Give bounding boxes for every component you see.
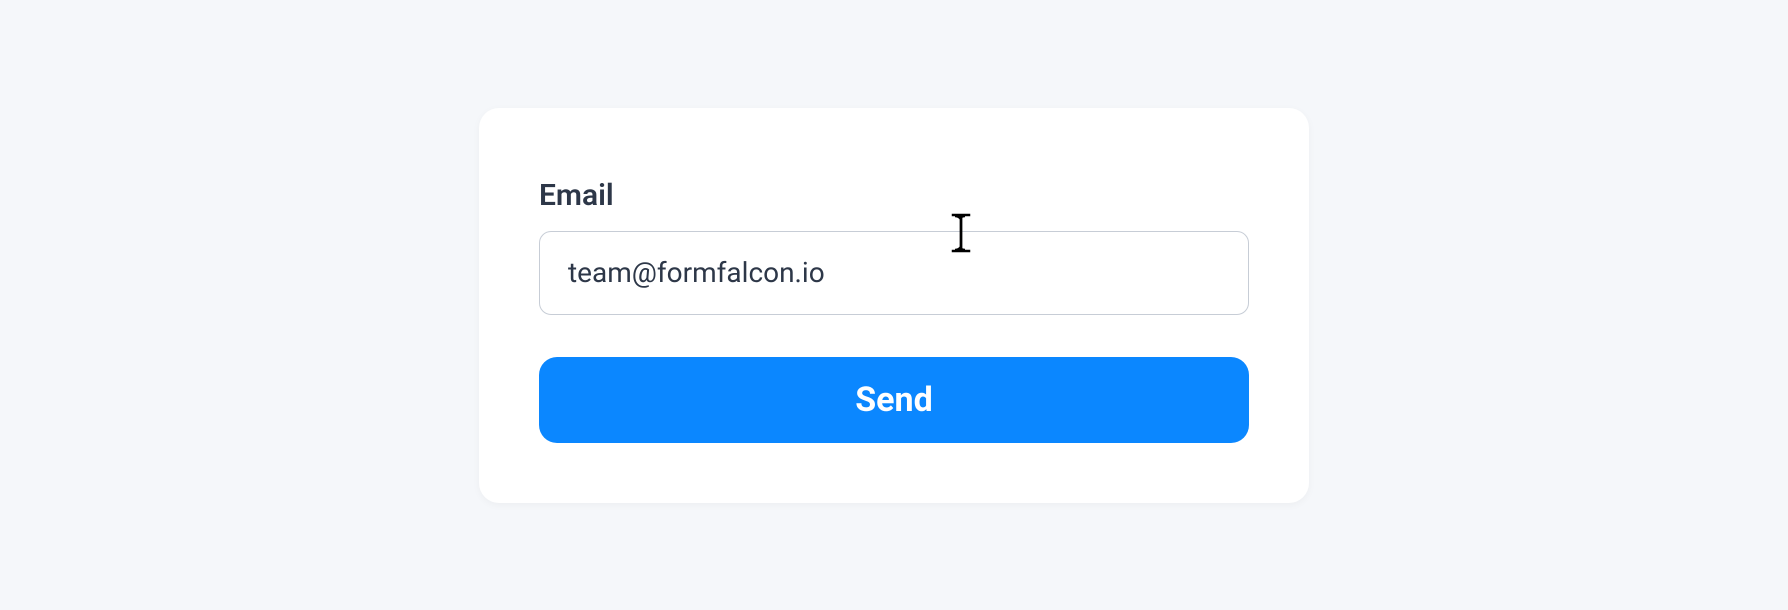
- email-label: Email: [539, 178, 1249, 213]
- send-button[interactable]: Send: [539, 357, 1249, 443]
- form-card: Email Send: [479, 108, 1309, 503]
- email-input[interactable]: [539, 231, 1249, 315]
